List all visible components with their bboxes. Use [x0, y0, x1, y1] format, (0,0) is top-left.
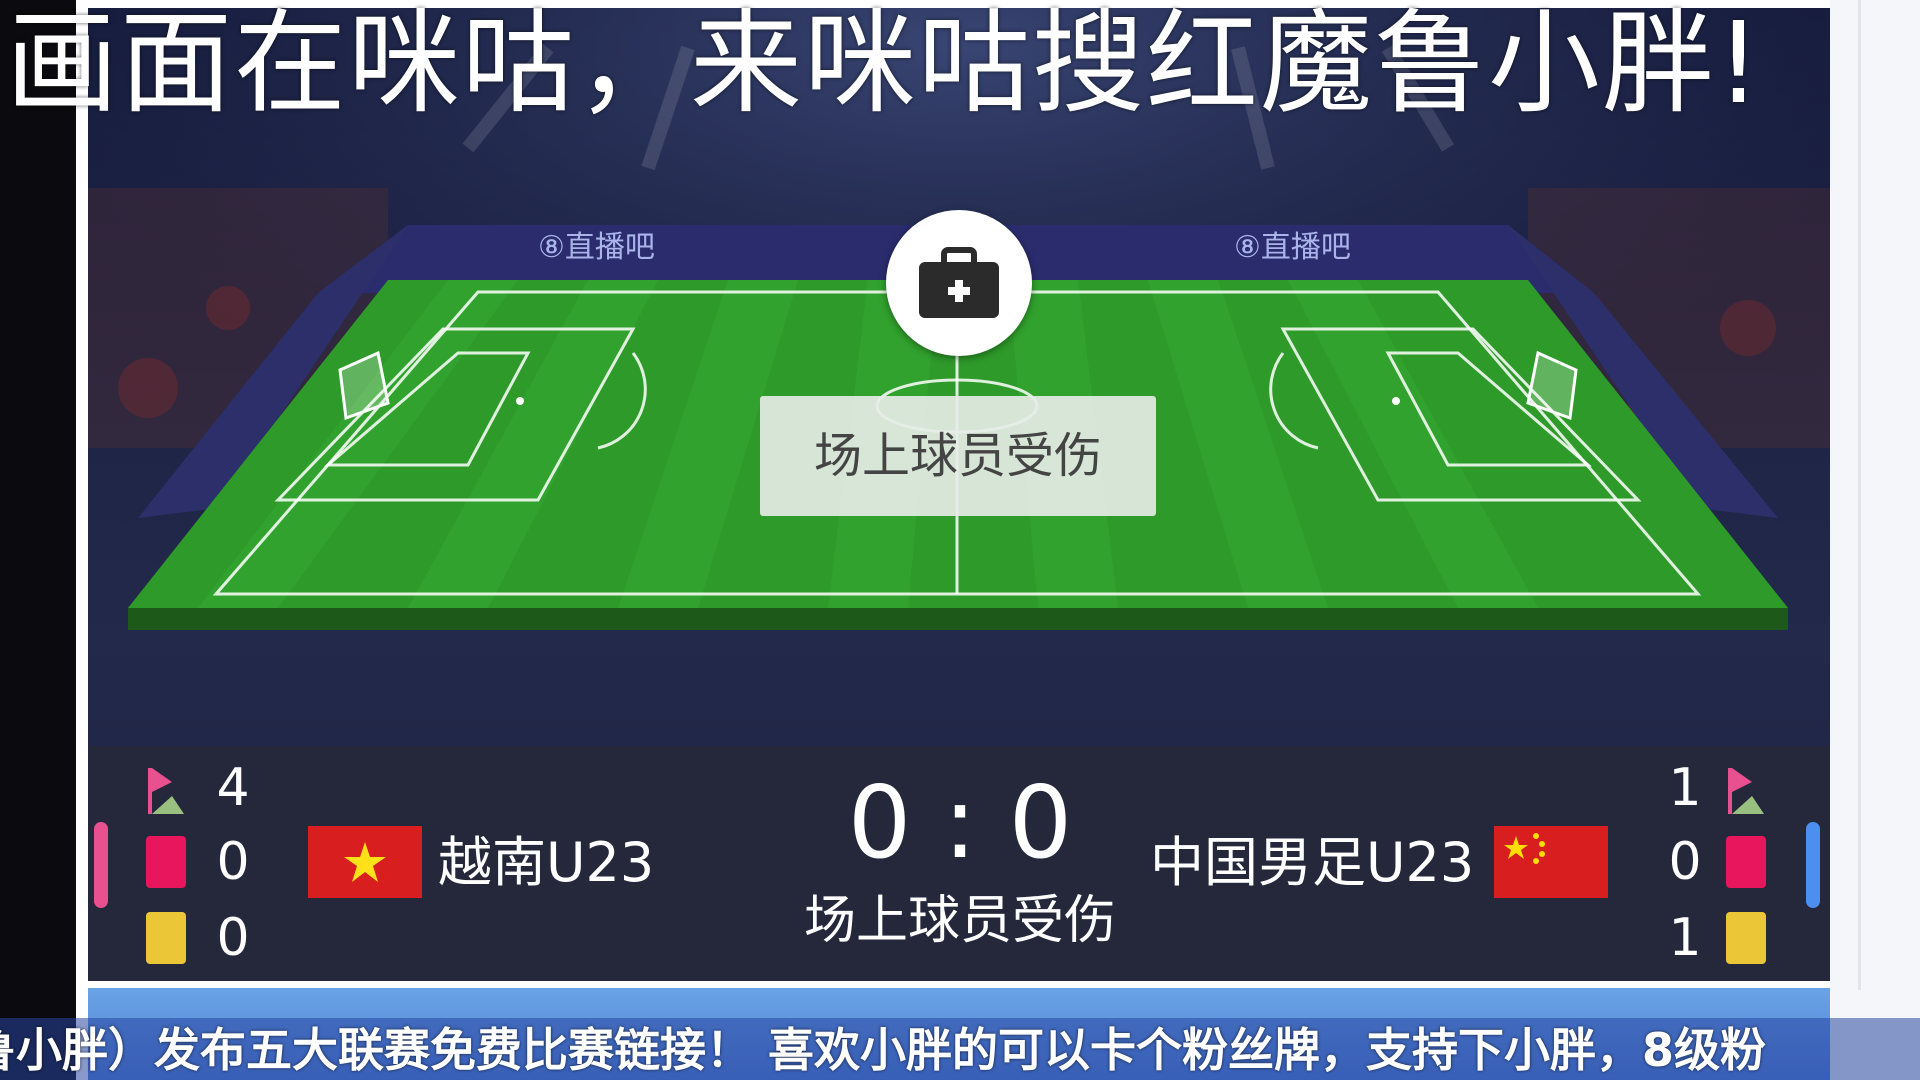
away-corners: 1	[1668, 758, 1702, 818]
red-card-icon	[146, 836, 186, 888]
home-red-cards: 0	[216, 832, 250, 892]
home-team-name: 越南U23	[438, 831, 655, 894]
sponsor-board-right: ⑧直播吧	[1234, 230, 1351, 265]
right-divider	[1858, 0, 1861, 990]
left-black-bar	[0, 0, 76, 1080]
away-yellow-cards: 1	[1668, 908, 1702, 968]
yellow-card-icon	[146, 912, 186, 964]
china-flag	[1494, 826, 1608, 898]
away-accent-bar	[1806, 822, 1820, 908]
red-card-icon	[1726, 836, 1766, 888]
corner-flag-icon	[1728, 768, 1764, 814]
right-panel	[1830, 0, 1920, 1080]
match-score: 0 : 0	[847, 764, 1073, 881]
ticker-text: 鲁小胖）发布五大联赛免费比赛链接！ 喜欢小胖的可以卡个粉丝牌，支持下小胖，8级粉	[0, 1023, 1767, 1077]
match-status: 场上球员受伤	[803, 891, 1116, 951]
scrolling-ticker: 鲁小胖）发布五大联赛免费比赛链接！ 喜欢小胖的可以卡个粉丝牌，支持下小胖，8级粉	[0, 1020, 1920, 1080]
stream-caption-overlay: 画面在咪咕，来咪咕搜红魔鲁小胖!	[6, 0, 1763, 129]
event-popup-label: 场上球员受伤	[760, 396, 1156, 516]
home-yellow-cards: 0	[216, 908, 250, 968]
medical-kit-icon	[886, 210, 1032, 356]
corner-flag-icon	[148, 768, 184, 814]
away-red-cards: 0	[1668, 832, 1702, 892]
vietnam-flag	[308, 826, 422, 898]
sponsor-board-left: ⑧直播吧	[538, 230, 655, 265]
away-team-name: 中国男足U23	[1150, 831, 1475, 894]
yellow-card-icon	[1726, 912, 1766, 964]
home-corners: 4	[216, 758, 250, 818]
home-accent-bar	[94, 822, 108, 908]
